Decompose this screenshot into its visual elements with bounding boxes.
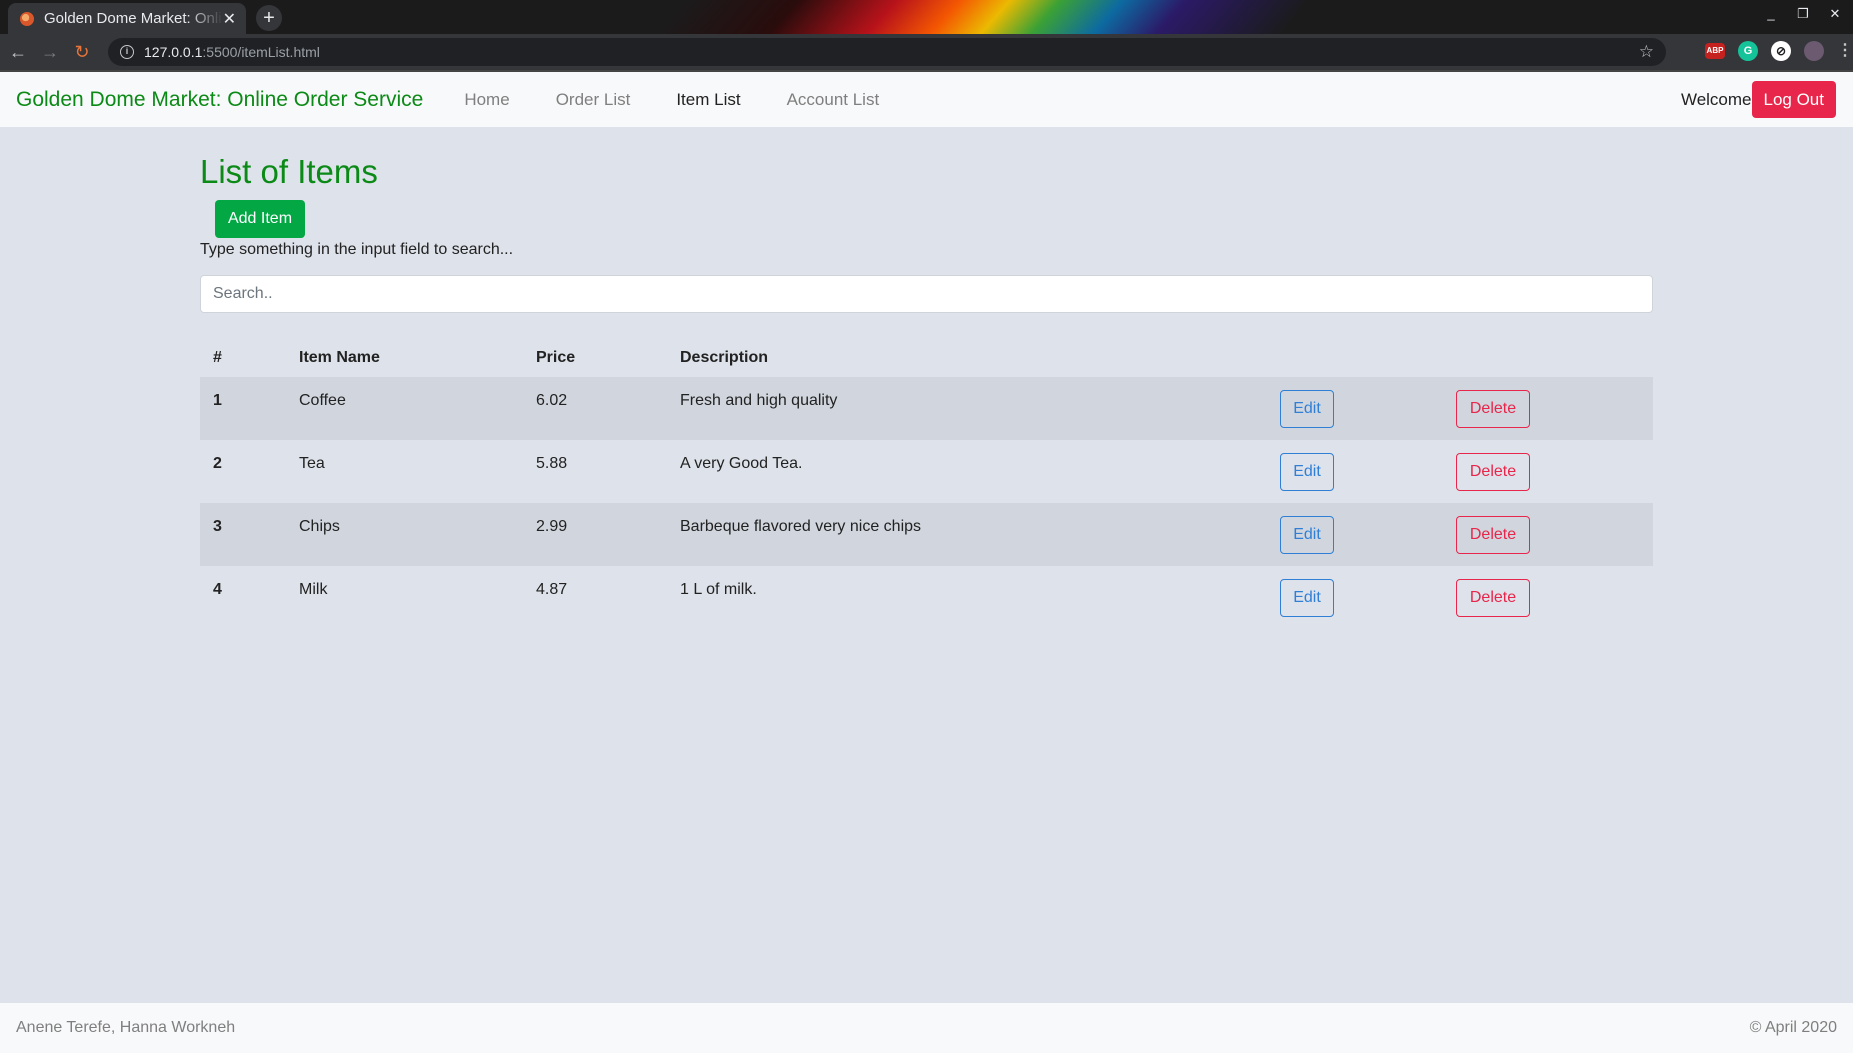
delete-button[interactable]: Delete [1456, 578, 1530, 617]
table-row: 3 Chips 2.99 Barbeque flavored very nice… [200, 503, 1653, 566]
edit-button[interactable]: Edit [1280, 389, 1334, 428]
page-footer: Anene Terefe, Hanna Workneh © April 2020 [0, 1003, 1853, 1053]
delete-cell: Delete [1443, 377, 1653, 440]
edit-cell: Edit [1267, 440, 1443, 503]
nav-home[interactable]: Home [441, 90, 532, 110]
edit-cell: Edit [1267, 566, 1443, 629]
nav-links: Home Order List Item List Account List [441, 90, 902, 110]
row-number: 2 [213, 455, 222, 472]
item-name: Milk [299, 581, 328, 598]
add-item-button[interactable]: Add Item [215, 200, 305, 238]
browser-tab[interactable]: Golden Dome Market: Online Order Service… [8, 3, 246, 34]
welcome-text: Welcome [1680, 89, 1752, 109]
browser-theme-art [661, 0, 1305, 34]
nav-account-list[interactable]: Account List [764, 90, 903, 110]
main-content: List of Items Add Item Type something in… [200, 127, 1653, 629]
tab-close-icon[interactable]: ✕ [223, 9, 236, 29]
url-path: :5500/itemList.html [202, 44, 320, 60]
tab-title: Golden Dome Market: Online Order Service [44, 10, 223, 27]
item-price: 2.99 [536, 518, 568, 535]
bookmark-star-icon[interactable]: ☆ [1639, 42, 1654, 62]
extension-icons: ABP G ⊘ ⋮ [1705, 41, 1853, 61]
item-description: 1 L of milk. [680, 581, 757, 598]
header-edit [1267, 339, 1443, 377]
edit-button[interactable]: Edit [1280, 515, 1334, 554]
row-number: 1 [213, 392, 222, 409]
browser-menu-icon[interactable]: ⋮ [1837, 41, 1853, 61]
table-row: 2 Tea 5.88 A very Good Tea. Edit Delete [200, 440, 1653, 503]
table-row: 1 Coffee 6.02 Fresh and high quality Edi… [200, 377, 1653, 440]
nav-item-list[interactable]: Item List [653, 90, 763, 110]
header-price: Price [536, 349, 576, 366]
footer-authors: Anene Terefe, Hanna Workneh [16, 1019, 236, 1036]
edit-button[interactable]: Edit [1280, 578, 1334, 617]
header-description: Description [680, 349, 769, 366]
item-name: Tea [299, 455, 325, 472]
item-description: Fresh and high quality [680, 392, 838, 409]
address-bar[interactable]: i 127.0.0.1:5500/itemList.html ☆ [108, 38, 1666, 66]
minimize-icon[interactable]: _ [1763, 6, 1779, 22]
item-price: 5.88 [536, 455, 568, 472]
delete-button[interactable]: Delete [1456, 389, 1530, 428]
back-arrow-icon[interactable]: ← [4, 42, 32, 63]
search-hint: Type something in the input field to sea… [200, 241, 514, 258]
delete-button[interactable]: Delete [1456, 452, 1530, 491]
table-header-row: # Item Name Price Description [200, 339, 1653, 377]
items-table: # Item Name Price Description 1 Coffee 6… [200, 339, 1653, 629]
extension-circle-icon[interactable]: ⊘ [1771, 41, 1791, 61]
url-host: 127.0.0.1 [144, 44, 203, 60]
footer-copyright: © April 2020 [1749, 1019, 1837, 1036]
header-item-name: Item Name [299, 349, 380, 366]
item-name: Coffee [299, 392, 346, 409]
app-navbar: Golden Dome Market: Online Order Service… [0, 72, 1853, 127]
delete-cell: Delete [1443, 503, 1653, 566]
logout-button[interactable]: Log Out [1751, 81, 1836, 118]
delete-cell: Delete [1443, 566, 1653, 629]
delete-cell: Delete [1443, 440, 1653, 503]
item-price: 6.02 [536, 392, 568, 409]
delete-button[interactable]: Delete [1456, 515, 1530, 554]
edit-cell: Edit [1267, 503, 1443, 566]
grammarly-icon[interactable]: G [1738, 41, 1758, 61]
page-title: List of Items [200, 153, 378, 190]
maximize-icon[interactable]: ❐ [1795, 6, 1811, 22]
forward-arrow-icon[interactable]: → [36, 42, 64, 63]
item-name: Chips [299, 518, 340, 535]
item-description: A very Good Tea. [680, 455, 803, 472]
browser-toolbar: ← → ↻ i 127.0.0.1:5500/itemList.html ☆ A… [0, 34, 1853, 70]
favicon-icon [20, 11, 34, 26]
browser-tab-strip: Golden Dome Market: Online Order Service… [0, 0, 1853, 34]
header-number: # [213, 349, 222, 366]
adblock-icon[interactable]: ABP [1705, 43, 1725, 59]
brand-link[interactable]: Golden Dome Market: Online Order Service [16, 88, 423, 112]
nav-order-list[interactable]: Order List [533, 90, 654, 110]
header-delete [1443, 339, 1653, 377]
new-tab-button[interactable]: + [256, 5, 282, 31]
item-price: 4.87 [536, 581, 568, 598]
edit-button[interactable]: Edit [1280, 452, 1334, 491]
table-row: 4 Milk 4.87 1 L of milk. Edit Delete [200, 566, 1653, 629]
profile-avatar-icon[interactable] [1804, 41, 1824, 61]
info-icon[interactable]: i [120, 45, 134, 59]
edit-cell: Edit [1267, 377, 1443, 440]
item-description: Barbeque flavored very nice chips [680, 518, 922, 535]
close-window-icon[interactable]: ✕ [1827, 6, 1843, 22]
row-number: 3 [213, 518, 222, 535]
window-controls: _ ❐ ✕ [1763, 6, 1843, 22]
url-text: 127.0.0.1:5500/itemList.html [144, 44, 320, 60]
row-number: 4 [213, 581, 222, 598]
reload-icon[interactable]: ↻ [68, 42, 96, 63]
search-input[interactable] [200, 275, 1653, 313]
